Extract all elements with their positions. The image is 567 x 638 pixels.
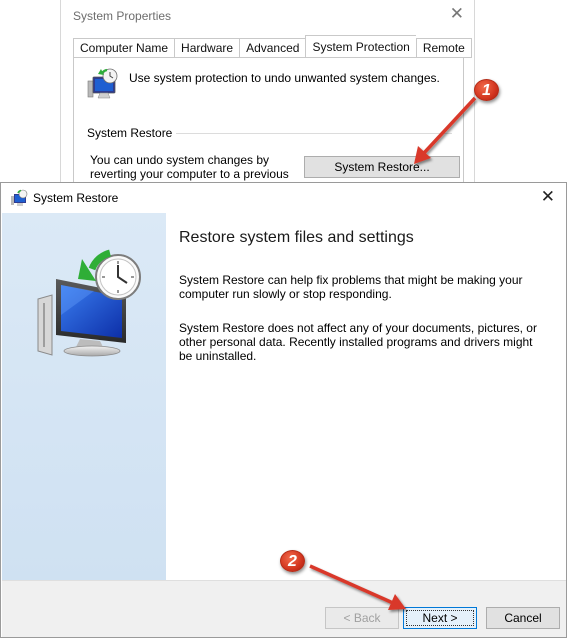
tab-computer-name[interactable]: Computer Name <box>73 38 175 58</box>
tab-remote[interactable]: Remote <box>415 38 472 58</box>
system-restore-button[interactable]: System Restore... <box>304 156 460 178</box>
system-properties-window: System Properties ✕ Computer Name Hardwa… <box>60 0 475 200</box>
system-protection-panel: Use system protection to undo unwanted s… <box>73 57 464 200</box>
wizard-footer: < Back Next > Cancel <box>2 580 566 637</box>
wizard-heading: Restore system files and settings <box>179 229 414 246</box>
close-icon[interactable]: ✕ <box>450 4 464 24</box>
wizard-titlebar: System Restore ✕ <box>1 183 566 213</box>
back-button[interactable]: < Back <box>325 607 399 629</box>
next-button[interactable]: Next > <box>403 607 477 629</box>
tab-advanced[interactable]: Advanced <box>239 38 306 58</box>
system-restore-wizard: System Restore ✕ Restore system files an… <box>0 182 567 638</box>
tab-bar: Computer Name Hardware Advanced System P… <box>73 35 472 58</box>
system-properties-title: System Properties <box>73 9 172 23</box>
tab-hardware[interactable]: Hardware <box>174 38 240 58</box>
close-icon[interactable]: ✕ <box>541 187 555 207</box>
wizard-side-panel <box>2 213 166 580</box>
system-restore-app-icon <box>11 189 28 206</box>
system-protection-icon <box>87 68 118 99</box>
system-protection-description: Use system protection to undo unwanted s… <box>129 71 440 85</box>
system-restore-section-label: System Restore <box>87 126 177 140</box>
tab-system-protection[interactable]: System Protection <box>305 35 416 57</box>
annotation-badge-1: 1 <box>474 79 499 101</box>
wizard-paragraph-2: System Restore does not affect any of yo… <box>179 321 537 363</box>
system-restore-illustration-icon <box>37 249 141 357</box>
wizard-paragraph-1: System Restore can help fix problems tha… <box>179 273 523 301</box>
wizard-title: System Restore <box>33 191 119 205</box>
section-divider <box>162 133 452 134</box>
cancel-button[interactable]: Cancel <box>486 607 560 629</box>
annotation-badge-2: 2 <box>280 550 305 572</box>
